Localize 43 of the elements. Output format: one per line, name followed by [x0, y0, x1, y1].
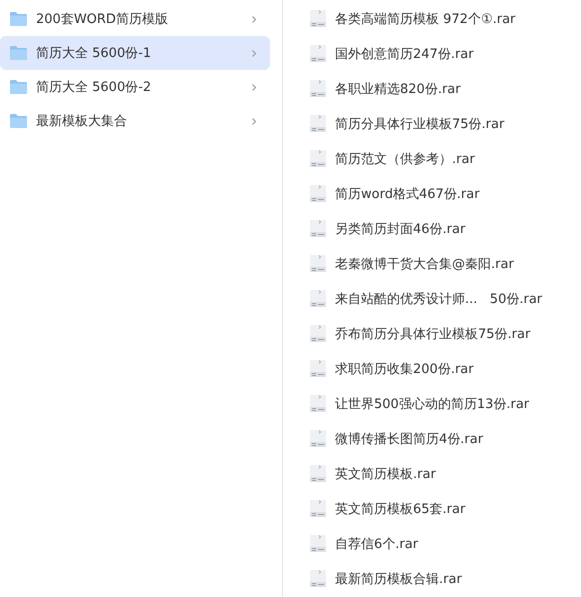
archive-file-icon — [310, 80, 326, 97]
chevron-right-icon — [252, 84, 256, 90]
file-name[interactable]: 让世界500强心动的简历13份.rar — [335, 394, 581, 412]
archive-file-icon — [310, 10, 326, 27]
file-name[interactable]: 最新简历模板合辑.rar — [335, 570, 581, 588]
folder-item[interactable]: 简历大全 5600份-1 — [0, 36, 270, 70]
file-name[interactable]: 简历word格式467份.rar — [335, 184, 581, 202]
archive-file-icon — [310, 395, 326, 412]
file-name[interactable]: 国外创意简历247份.rar — [335, 44, 581, 62]
archive-file-icon — [310, 535, 326, 552]
archive-file-icon — [310, 430, 326, 447]
archive-file-icon — [310, 150, 326, 167]
archive-file-icon — [310, 325, 326, 342]
file-name[interactable]: 简历范文（供参考）.rar — [335, 150, 581, 168]
archive-file-icon — [310, 45, 326, 62]
archive-file-icon — [310, 290, 326, 307]
file-name[interactable]: 英文简历模板65套.rar — [335, 500, 581, 518]
archive-file-icon — [310, 570, 326, 587]
folder-icon — [10, 46, 27, 60]
folder-icon — [10, 12, 27, 26]
file-name[interactable]: 自荐信6个.rar — [335, 534, 581, 552]
file-name[interactable]: 另类简历封面46份.rar — [335, 220, 581, 238]
file-name[interactable]: 英文简历模板.rar — [335, 464, 581, 482]
file-name[interactable]: 来自站酷的优秀设计师... 50份.rar — [335, 290, 581, 308]
archive-file-icon — [310, 185, 326, 202]
file-name[interactable]: 求职简历收集200份.rar — [335, 360, 581, 378]
chevron-right-icon — [252, 50, 256, 56]
folder-icon — [10, 114, 27, 128]
archive-file-icon — [310, 465, 326, 482]
folder-icon — [10, 80, 27, 94]
file-name[interactable]: 简历分具体行业模板75份.rar — [335, 114, 581, 132]
chevron-right-icon — [252, 16, 256, 22]
file-name[interactable]: 乔布简历分具体行业模板75份.rar — [335, 324, 581, 342]
chevron-right-icon — [252, 118, 256, 124]
file-name[interactable]: 各类高端简历模板 972个①.rar — [335, 10, 581, 28]
file-name[interactable]: 微博传播长图简历4份.rar — [335, 430, 581, 448]
archive-file-icon — [310, 220, 326, 237]
archive-file-icon — [310, 500, 326, 517]
file-name[interactable]: 老秦微博干货大合集@秦阳.rar — [335, 254, 581, 272]
archive-file-icon — [310, 115, 326, 132]
archive-file-icon — [310, 360, 326, 377]
archive-file-icon — [310, 255, 326, 272]
file-name[interactable]: 各职业精选820份.rar — [335, 80, 581, 98]
